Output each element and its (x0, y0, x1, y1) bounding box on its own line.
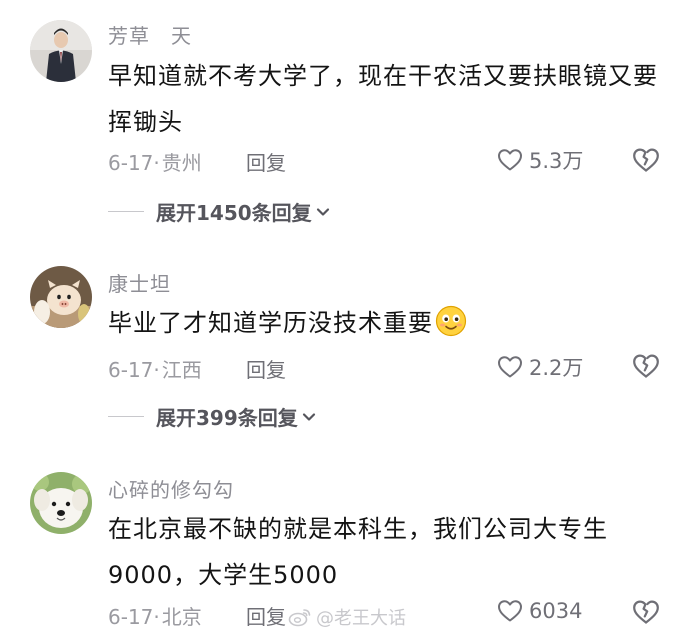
divider-line (108, 416, 144, 417)
weibo-logo-icon (288, 609, 311, 627)
divider-line (108, 211, 144, 212)
dislike-button[interactable] (632, 599, 660, 629)
like-count: 6034 (529, 599, 583, 623)
like-button[interactable]: 6034 (497, 599, 582, 623)
chevron-down-icon (302, 412, 315, 421)
comment-date: 6-17 (108, 605, 154, 629)
comment-location: 贵州 (161, 151, 202, 175)
watermark: @老王大话 (288, 604, 406, 630)
expand-replies-button[interactable]: 展开399条回复 (108, 402, 316, 431)
like-button[interactable]: 5.3万 (497, 145, 583, 175)
expand-replies-button[interactable]: 展开1450条回复 (108, 197, 330, 226)
chevron-down-icon (316, 207, 329, 216)
meta-separator: · (153, 151, 160, 175)
broken-heart-icon (633, 354, 659, 378)
expand-replies-label: 展开1450条回复 (156, 201, 312, 225)
broken-heart-icon (633, 600, 659, 624)
comment-text-content: 毕业了才知道学历没技术重要 (108, 309, 433, 337)
username[interactable]: 芳草 天 (108, 20, 192, 49)
comment-text: 毕业了才知道学历没技术重要 (108, 300, 668, 352)
comment-meta: 6-17· 北京 (108, 601, 202, 630)
user-avatar[interactable] (30, 472, 92, 534)
meta-separator: · (153, 358, 160, 382)
user-avatar[interactable] (30, 266, 92, 328)
comment-text: 早知道就不考大学了，现在干农活又要扶眼镜又要挥锄头 (108, 62, 658, 136)
comment-date: 6-17 (108, 151, 154, 175)
comment-location: 北京 (161, 605, 202, 629)
heart-icon (498, 600, 522, 622)
dislike-button[interactable] (632, 147, 660, 177)
user-avatar[interactable] (30, 20, 92, 82)
like-button[interactable]: 2.2万 (497, 352, 583, 382)
username[interactable]: 心碎的修勾勾 (108, 474, 234, 503)
reply-button[interactable]: 回复 (246, 147, 286, 176)
broken-heart-icon (633, 148, 659, 172)
comment-meta: 6-17· 贵州 (108, 147, 202, 176)
smiling-face-emoji-icon (435, 305, 467, 352)
username[interactable]: 康士坦 (108, 268, 171, 297)
watermark-text: @老王大话 (316, 608, 406, 629)
comment-date: 6-17 (108, 358, 154, 382)
like-count: 5.3万 (529, 149, 584, 173)
reply-button[interactable]: 回复 (246, 601, 286, 630)
comment-text: 在北京最不缺的就是本科生，我们公司大专生9000，大学生5000 (108, 515, 608, 589)
dislike-button[interactable] (632, 353, 660, 383)
meta-separator: · (153, 605, 160, 629)
heart-icon (498, 149, 522, 171)
reply-button[interactable]: 回复 (246, 354, 286, 383)
comment-meta: 6-17· 江西 (108, 354, 202, 383)
expand-replies-label: 展开399条回复 (156, 406, 298, 430)
heart-icon (498, 356, 522, 378)
like-count: 2.2万 (529, 356, 584, 380)
comment-location: 江西 (161, 358, 202, 382)
